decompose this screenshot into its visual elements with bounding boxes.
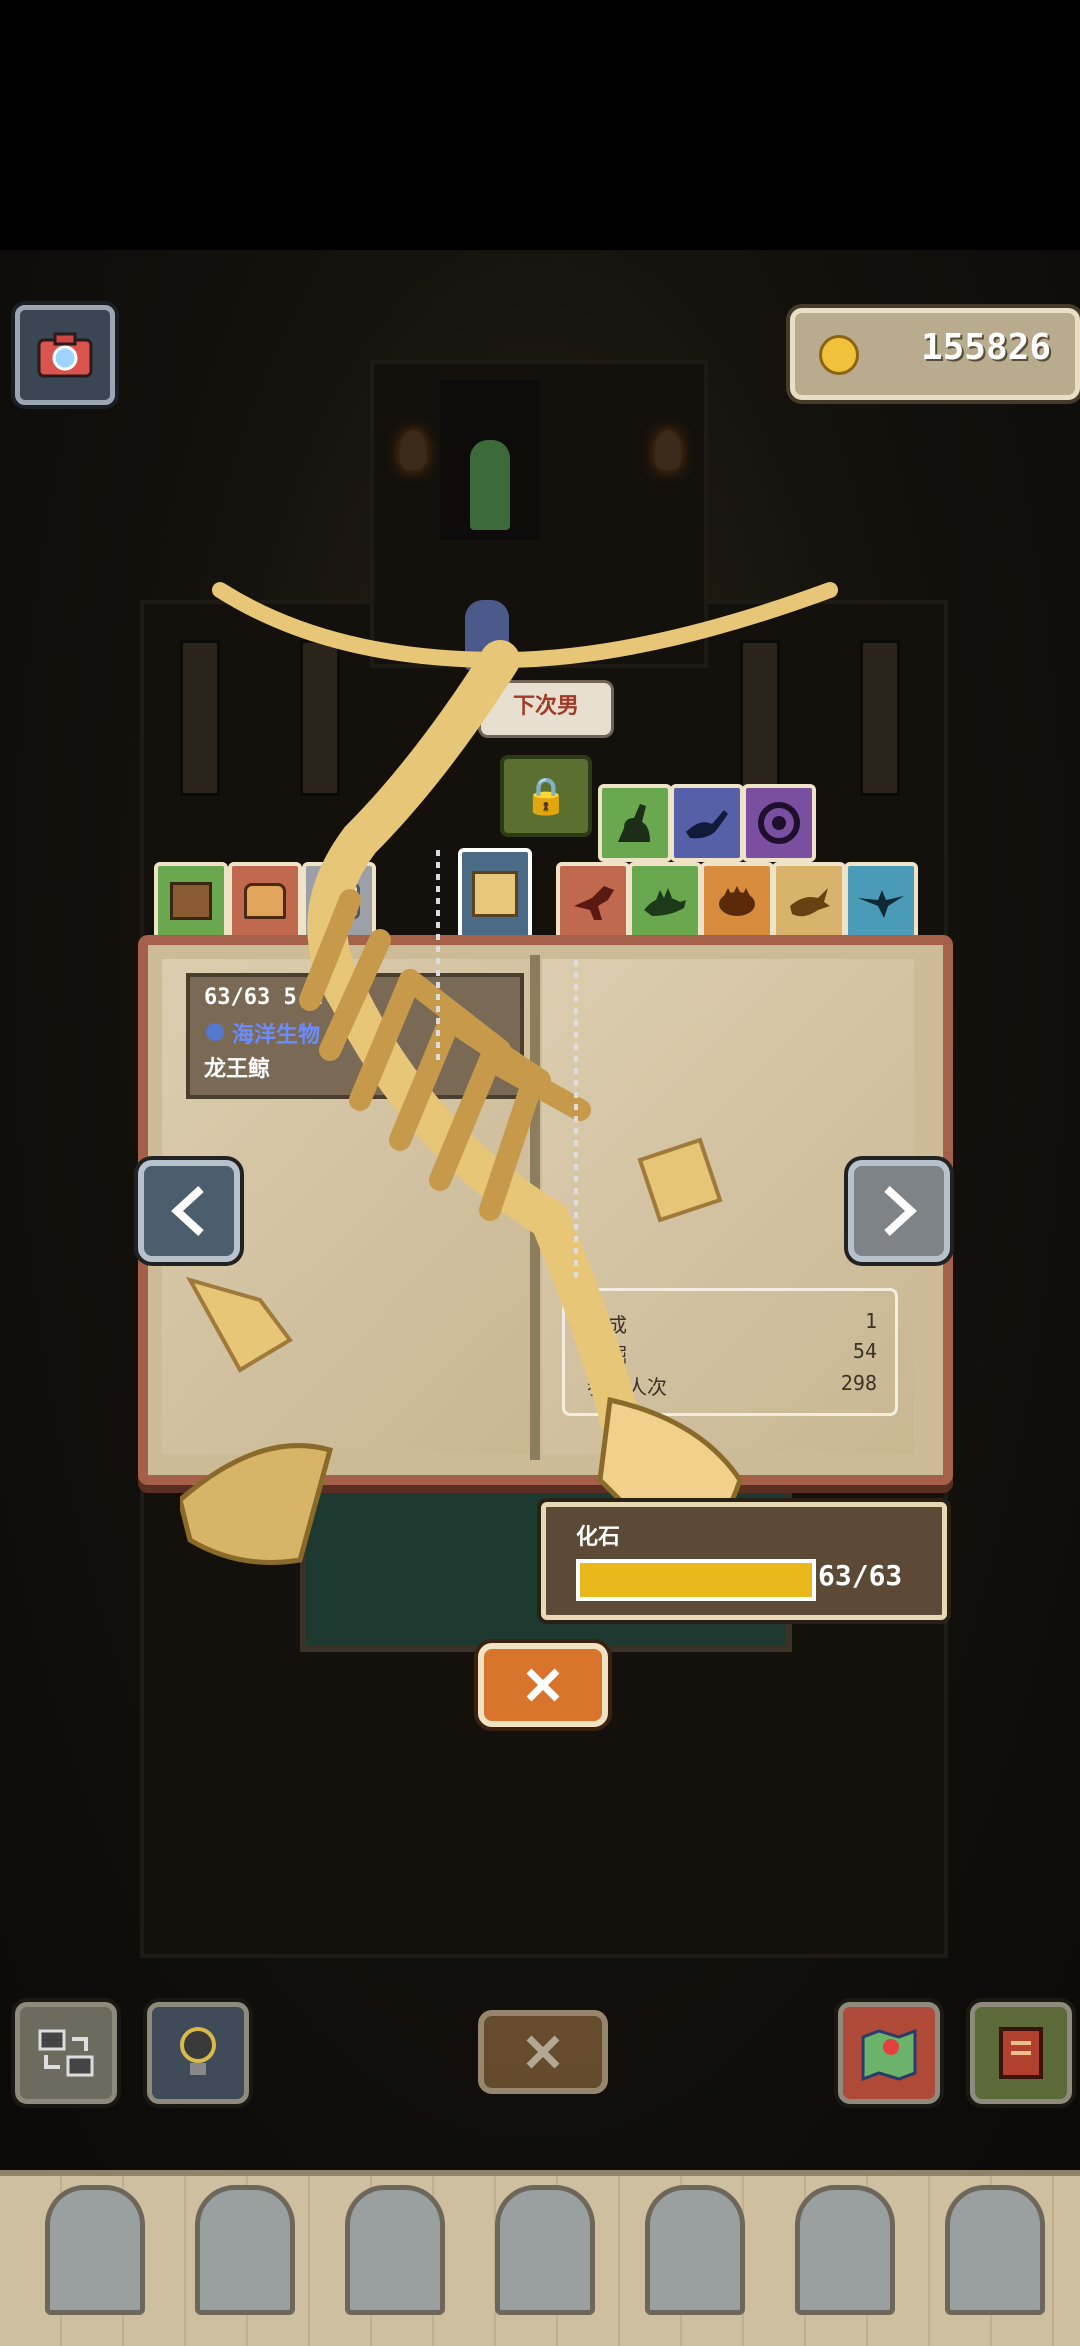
arch-window — [795, 2185, 895, 2315]
close-button[interactable] — [478, 1643, 608, 1727]
fossil-progress-bar — [576, 1559, 816, 1601]
arch-window — [345, 2185, 445, 2315]
coin-icon — [819, 335, 859, 375]
chevron-left-icon — [171, 1186, 204, 1236]
camera-icon — [37, 332, 93, 378]
map-button[interactable] — [838, 2002, 940, 2104]
swap-icon — [38, 2029, 94, 2077]
next-page-button[interactable] — [848, 1160, 950, 1262]
arch-window — [45, 2185, 145, 2315]
close-button-background — [478, 2010, 608, 2094]
fossil-progress-text: 63/63 — [818, 1559, 903, 1592]
visitor-figure — [470, 440, 510, 530]
fossil-progress-fill — [580, 1563, 812, 1597]
hint-button[interactable] — [147, 2002, 249, 2104]
arch-window — [945, 2185, 1045, 2315]
chevron-right-icon — [884, 1186, 917, 1236]
camera-button[interactable] — [15, 305, 115, 405]
map-icon — [861, 2028, 917, 2081]
close-icon — [526, 2035, 560, 2069]
arch-window — [195, 2185, 295, 2315]
book-icon — [999, 2027, 1043, 2079]
prev-page-button[interactable] — [138, 1160, 240, 1262]
swap-button[interactable] — [15, 2002, 117, 2104]
wall-lamp — [655, 430, 681, 470]
coin-amount: 155826 — [920, 327, 1051, 368]
wall-lamp — [400, 430, 426, 470]
lightbulb-icon — [180, 2027, 216, 2075]
fossil-skeleton-image — [180, 582, 838, 1565]
fossil-progress-panel: 化石 63/63 — [541, 1502, 947, 1620]
arch-window — [495, 2185, 595, 2315]
arch-window — [645, 2185, 745, 2315]
fossil-progress-label: 化石 — [576, 1525, 621, 1550]
close-icon — [526, 1668, 560, 1702]
book-button[interactable] — [970, 2002, 1072, 2104]
coin-counter: 155826 — [790, 308, 1080, 400]
